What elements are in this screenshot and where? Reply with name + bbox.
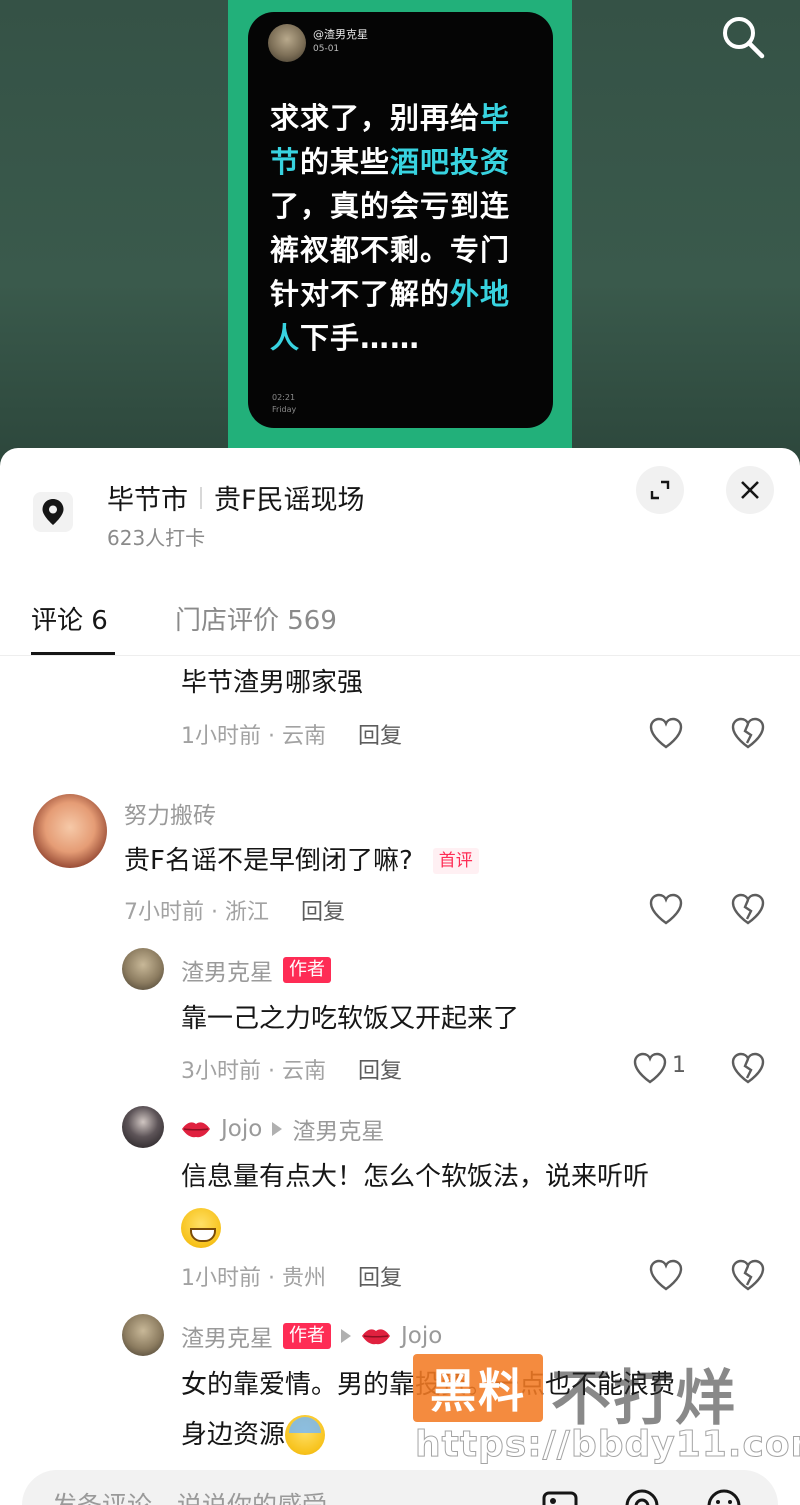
watermark: 黑料 不打烊 https://bbdy11.com [413, 1350, 800, 1470]
mention-at-icon[interactable] [622, 1486, 662, 1505]
comment-body: 贵F名谣不是早倒闭了嘛? 首评 [124, 836, 479, 886]
comment-text: 靠一己之力吃软饭又开起来了 [181, 1004, 520, 1034]
comment-time-location: 1小时前 · 云南 [181, 724, 326, 749]
comment-text: 贵F名谣不是早倒闭了嘛? [124, 846, 413, 876]
place-separator [200, 486, 202, 509]
comments-sheet: 毕节市 贵F民谣现场 623人打卡 评论 6 门店评价 569 毕节渣男哪家强 … [0, 448, 800, 1505]
emoji-icon[interactable] [704, 1486, 744, 1505]
post-text-segment: 的某些 [300, 145, 391, 179]
comment-input[interactable]: 发条评论，说说你的感受 [52, 1486, 327, 1505]
post-card[interactable]: @渣男克星 05-01 求求了，别再给毕节的某些酒吧投资了，真的会亏到连裤衩都不… [248, 12, 553, 428]
comment-meta: 3小时前 · 云南 回复 [181, 1053, 402, 1085]
avatar[interactable] [122, 1314, 164, 1356]
expand-icon [650, 480, 670, 500]
city-name: 毕节市 [107, 485, 188, 516]
comment-username-row: 渣男克星 作者 [181, 953, 331, 987]
reply-to-arrow-icon [272, 1122, 283, 1136]
comment-username-row: 渣男克星 作者 Jojo [181, 1319, 442, 1353]
comment-username[interactable]: 努力搬砖 [124, 796, 216, 830]
search-icon [723, 17, 765, 59]
like-heart-icon[interactable] [632, 1051, 668, 1085]
location-pin-icon [33, 492, 73, 532]
comment-username[interactable]: Jojo [221, 1116, 262, 1142]
post-text-segment: 求求了，别再给 [270, 101, 481, 135]
comment-username[interactable]: 渣男克星 [181, 953, 273, 987]
reply-button[interactable]: 回复 [358, 1053, 402, 1085]
post-text-highlight: 酒吧投资 [390, 145, 511, 179]
comment-meta: 1小时前 · 云南 回复 [181, 718, 402, 750]
dislike-broken-heart-icon[interactable] [730, 1258, 766, 1292]
comment-username[interactable]: 渣男克星 [181, 1319, 273, 1353]
reply-button[interactable]: 回复 [301, 894, 345, 926]
search-button[interactable] [718, 12, 768, 62]
watermark-logo-box: 黑料 [413, 1354, 543, 1422]
close-icon [741, 481, 759, 499]
sheet-tabs: 评论 6 门店评价 569 [0, 588, 800, 656]
tab-store-reviews[interactable]: 门店评价 569 [175, 600, 337, 637]
post-timestamp: 02:21 Friday [272, 392, 296, 416]
like-count: 1 [672, 1053, 686, 1078]
expand-button[interactable] [636, 466, 684, 514]
like-heart-icon[interactable] [648, 1258, 684, 1292]
reply-button[interactable]: 回复 [358, 718, 402, 750]
post-text: 求求了，别再给毕节的某些酒吧投资了，真的会亏到连裤衩都不剩。专门针对不了解的外地… [270, 96, 538, 360]
place-title[interactable]: 毕节市 贵F民谣现场 [107, 478, 365, 517]
venue-name: 贵F民谣现场 [214, 485, 365, 516]
dislike-broken-heart-icon[interactable] [730, 892, 766, 926]
reply-to-arrow-icon [341, 1329, 351, 1343]
author-badge: 作者 [283, 1323, 331, 1349]
author-badge: 作者 [283, 957, 331, 983]
dislike-broken-heart-icon[interactable] [730, 1051, 766, 1085]
reply-target-username[interactable]: Jojo [401, 1323, 442, 1349]
like-heart-icon[interactable] [648, 716, 684, 750]
reply-target-username[interactable]: 渣男克星 [292, 1112, 384, 1146]
lips-icon [182, 1122, 210, 1138]
comment-time-location: 3小时前 · 云南 [181, 1059, 326, 1084]
avatar[interactable] [122, 948, 164, 990]
post-author-avatar [268, 24, 306, 62]
checkin-count: 623人打卡 [107, 526, 206, 550]
post-author-name: @渣男克星 [313, 28, 368, 41]
post-time: 02:21 [272, 393, 296, 402]
tab-active-indicator [31, 652, 115, 655]
comment-text: 信息量有点大！怎么个软饭法，说来听听 [181, 1162, 650, 1192]
comment-body: 信息量有点大！怎么个软饭法，说来听听 [181, 1152, 741, 1252]
post-text-segment: 下手…… [300, 321, 421, 355]
avatar[interactable] [122, 1106, 164, 1148]
comment-time-location: 7小时前 · 浙江 [124, 900, 269, 925]
post-weekday: Friday [272, 405, 297, 414]
comment-text-line: 身边资源 [181, 1420, 286, 1450]
avatar[interactable] [33, 794, 107, 868]
comment-text: 毕节渣男哪家强 [181, 668, 364, 698]
comment-meta: 1小时前 · 贵州 回复 [181, 1260, 402, 1292]
comment-input-bar[interactable]: 发条评论，说说你的感受 [22, 1470, 778, 1505]
dislike-broken-heart-icon[interactable] [730, 716, 766, 750]
like-heart-icon[interactable] [648, 892, 684, 926]
lips-icon [362, 1329, 390, 1345]
first-comment-badge: 首评 [432, 848, 479, 874]
anxious-sweat-emoji-icon [285, 1415, 326, 1455]
close-button[interactable] [726, 466, 774, 514]
reply-button[interactable]: 回复 [358, 1260, 402, 1292]
comment-username-row: Jojo 渣男克星 [181, 1112, 384, 1146]
tab-comments[interactable]: 评论 6 [31, 600, 108, 637]
comment-time-location: 1小时前 · 贵州 [181, 1266, 326, 1291]
post-date: 05-01 [313, 44, 340, 54]
watermark-url: https://bbdy11.com [414, 1424, 800, 1466]
comment-meta: 7小时前 · 浙江 回复 [124, 894, 345, 926]
grinning-emoji-icon [181, 1207, 221, 1248]
image-icon[interactable] [540, 1486, 580, 1505]
